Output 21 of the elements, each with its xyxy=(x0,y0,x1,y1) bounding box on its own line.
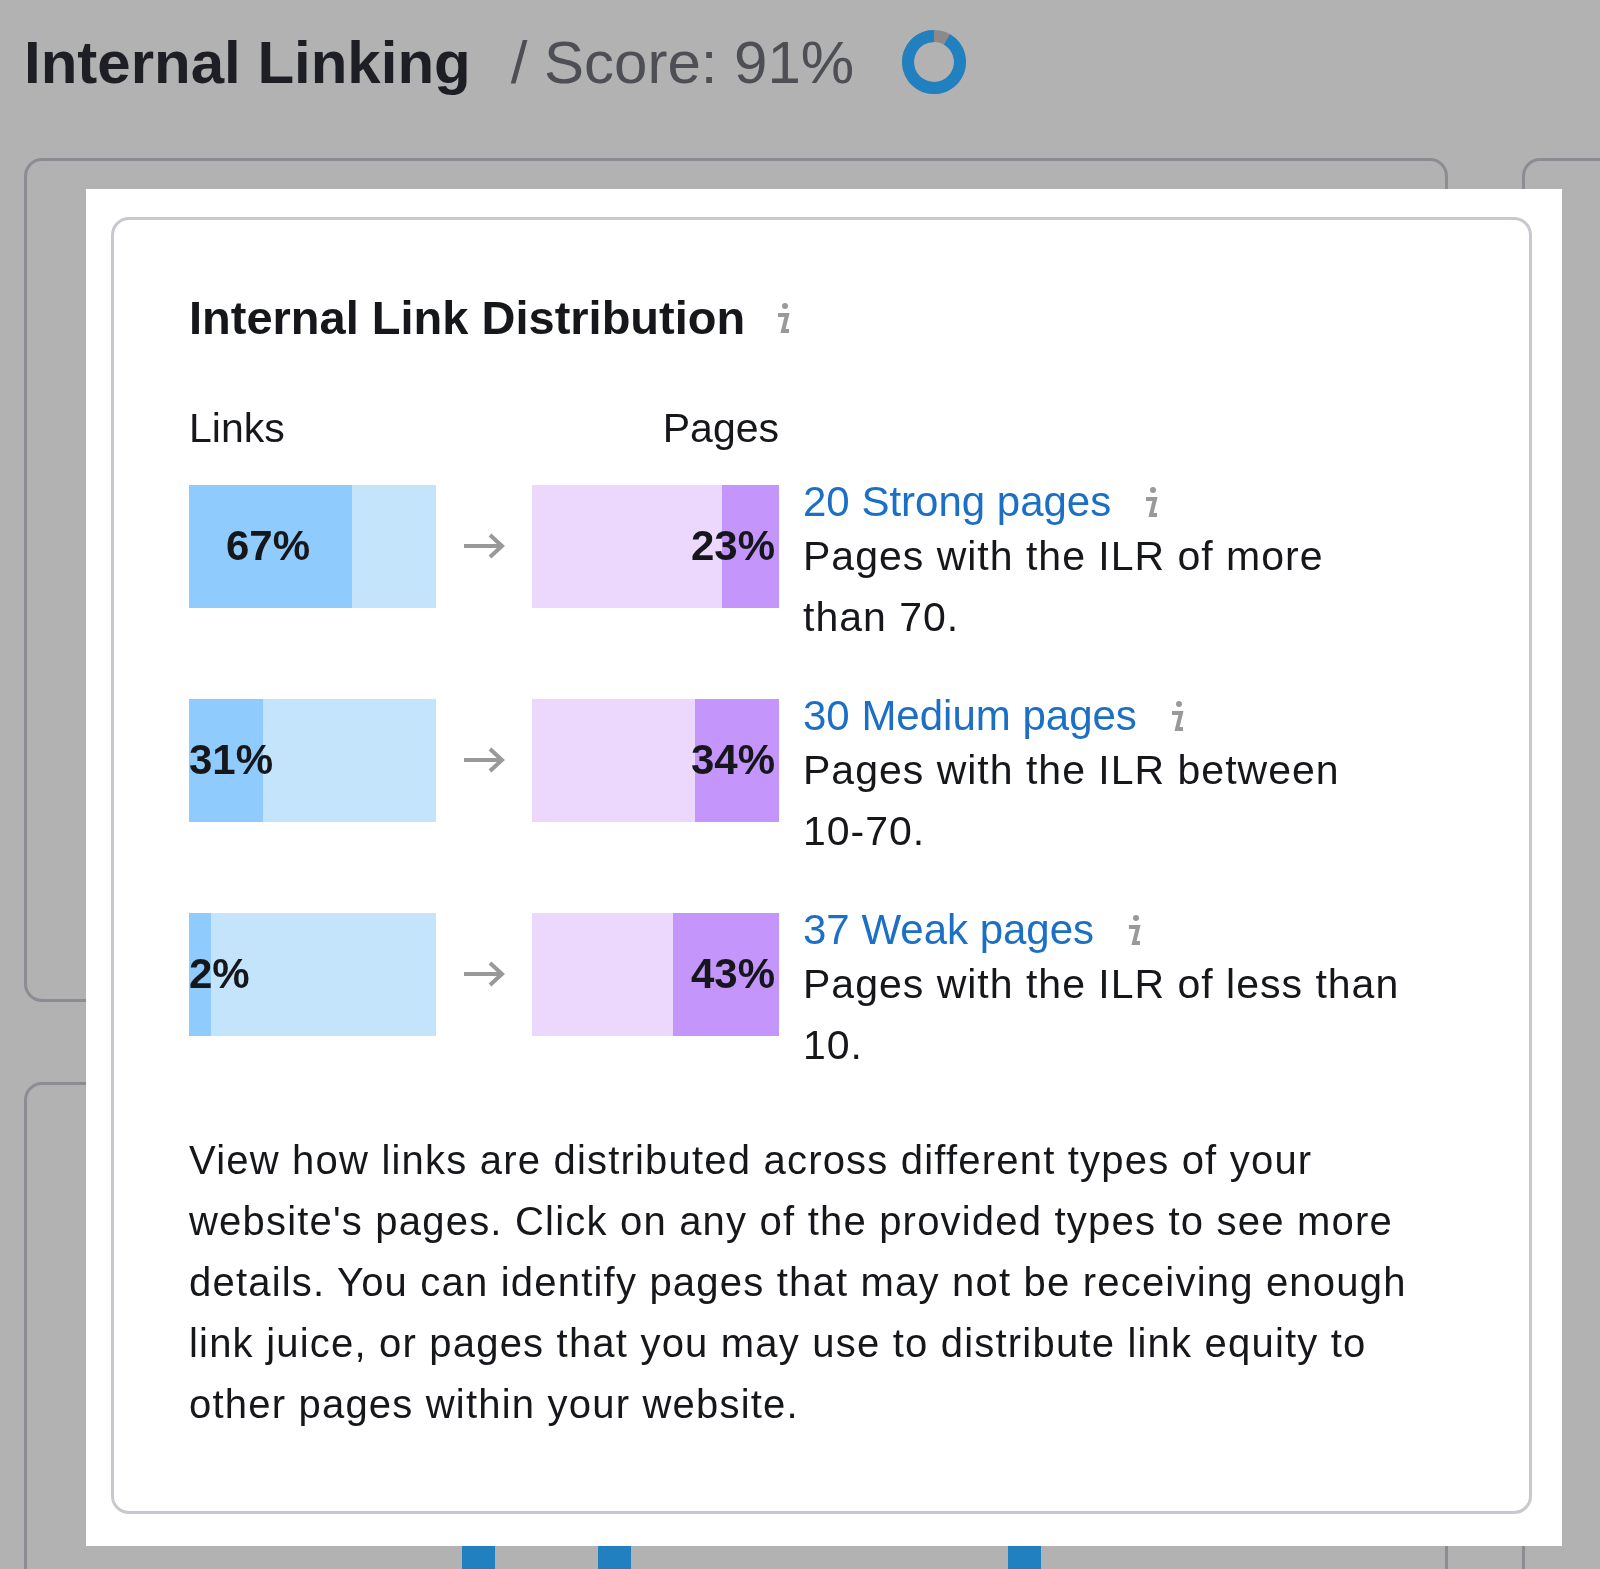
page-type-description: Pages with the ILR of less than 10. xyxy=(803,960,1401,1070)
arrow-icon xyxy=(462,745,506,775)
links-percent: 2% xyxy=(189,950,250,998)
page-type-description: Pages with the ILR between 10-70. xyxy=(803,746,1341,856)
links-percent: 31% xyxy=(189,736,274,784)
page-type-link[interactable]: 30 Medium pages xyxy=(803,692,1137,740)
column-heading: Pages xyxy=(662,405,779,452)
page-type-link[interactable]: 20 Strong pages xyxy=(803,478,1112,526)
card-title: Internal Link Distribution xyxy=(189,290,746,345)
arrow-icon xyxy=(462,531,506,561)
page-title: Internal Linking xyxy=(24,27,471,97)
pages-percent: 43% xyxy=(690,950,775,998)
column-heading: Links xyxy=(189,405,285,452)
score-text: / Score: 91% xyxy=(510,27,855,97)
pages-percent: 34% xyxy=(690,736,775,784)
links-percent: 67% xyxy=(226,522,311,570)
page-type-link[interactable]: 37 Weak pages xyxy=(803,906,1095,954)
description-text: View how links are distributed across different types of your website's pages. Click on any of the provided types to see more details. You can identify pages that may not be receiving enough link juice, or pages that you may use to distribute link equity to other pages within your website. xyxy=(189,1137,1408,1428)
pages-percent: 23% xyxy=(690,522,775,570)
arrow-icon xyxy=(462,959,506,989)
page-type-description: Pages with the ILR of more than 70. xyxy=(803,532,1325,642)
